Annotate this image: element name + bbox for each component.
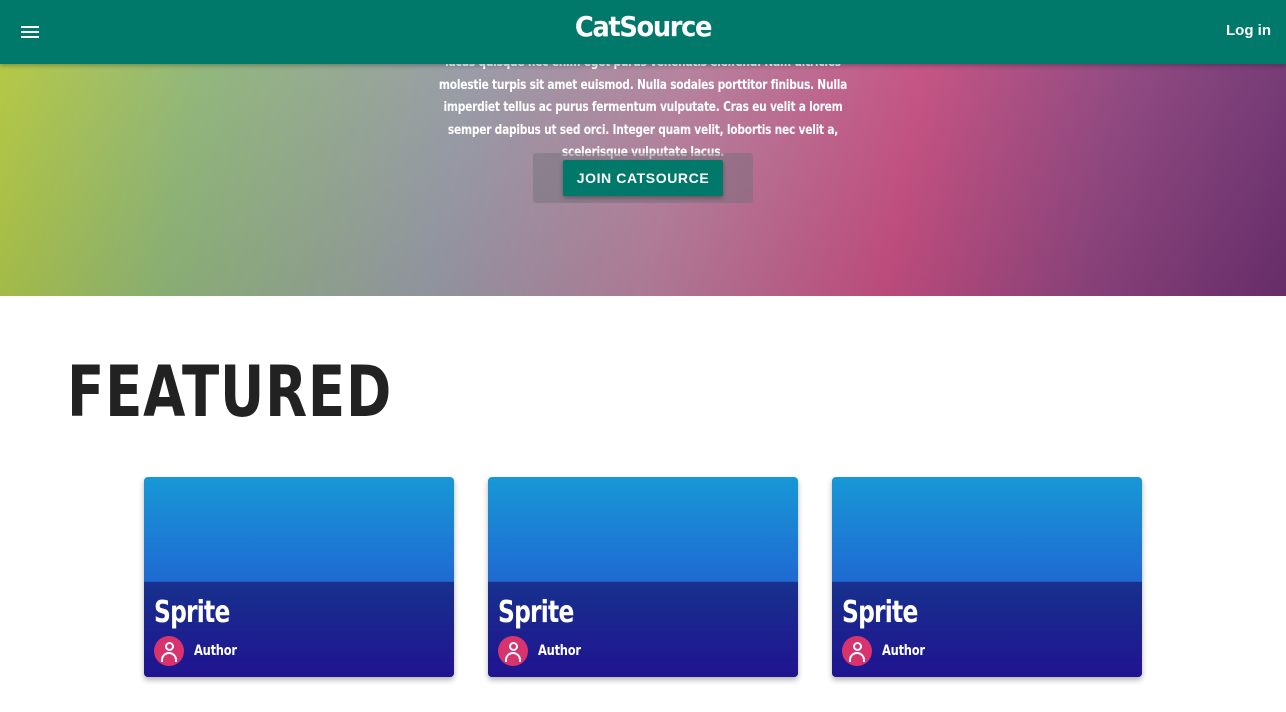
brand-title: CatSource xyxy=(51,10,1234,43)
card-title: Sprite xyxy=(842,595,918,630)
login-button[interactable]: Log in xyxy=(1226,22,1271,39)
card-author: Author xyxy=(842,636,934,666)
author-name: Author xyxy=(194,643,237,659)
user-icon xyxy=(498,636,528,666)
hamburger-menu-icon[interactable] xyxy=(14,16,46,48)
hero-description: lacus quisque nec enim eget purus venena… xyxy=(438,55,848,160)
hero-cta-panel: JOIN CATSOURCE xyxy=(533,153,753,203)
card-author: Author xyxy=(154,636,246,666)
author-name: Author xyxy=(882,643,925,659)
top-app-bar: CatSource Log in xyxy=(0,0,1286,64)
featured-card[interactable]: Sprite Author xyxy=(488,477,798,677)
author-name: Author xyxy=(538,643,581,659)
featured-card[interactable]: Sprite Author xyxy=(832,477,1142,677)
user-icon xyxy=(154,636,184,666)
featured-card[interactable]: Sprite Author xyxy=(144,477,454,677)
brand-logo-text[interactable]: CatSource xyxy=(575,10,713,43)
card-author: Author xyxy=(498,636,590,666)
card-title: Sprite xyxy=(498,595,574,630)
user-icon xyxy=(842,636,872,666)
join-catsource-button[interactable]: JOIN CATSOURCE xyxy=(563,160,723,196)
featured-heading: FEATURED xyxy=(67,351,393,433)
card-title: Sprite xyxy=(154,595,230,630)
